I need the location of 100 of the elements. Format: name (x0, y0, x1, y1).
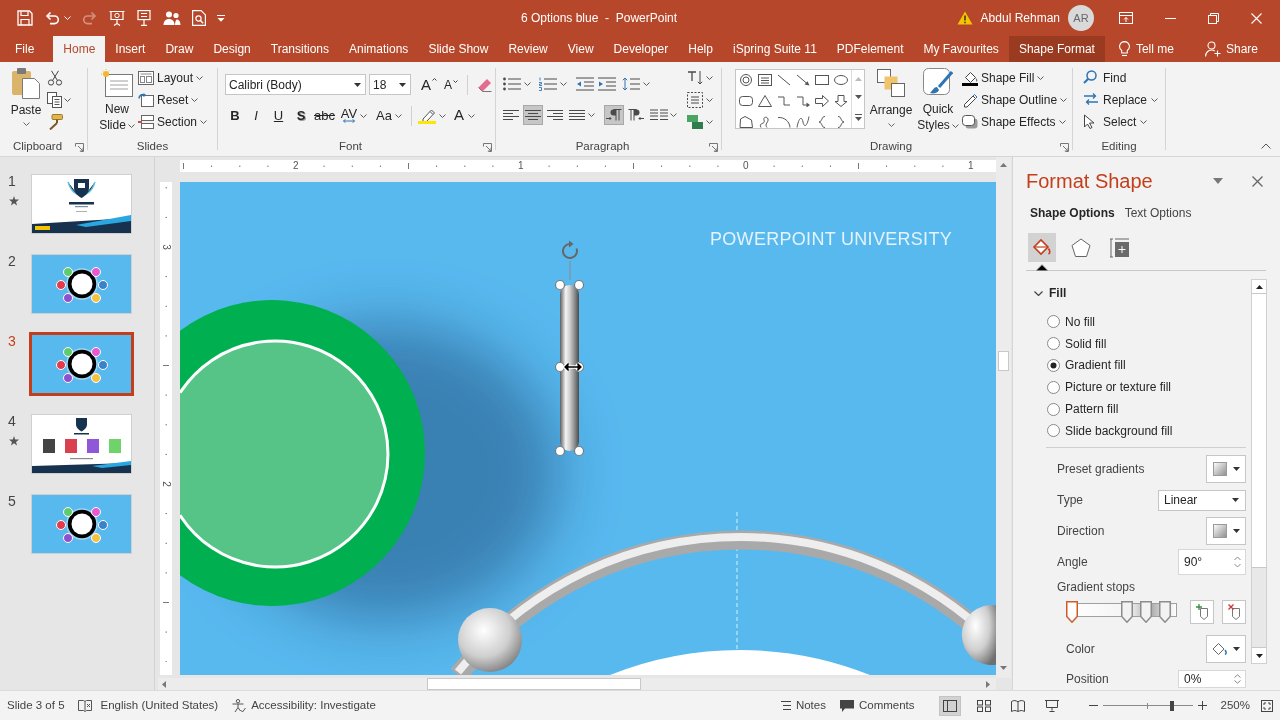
align-right-icon[interactable] (547, 109, 563, 121)
freeform-icon[interactable] (739, 116, 753, 128)
fill-option-label[interactable]: No fill (1065, 312, 1095, 331)
pane-options-icon[interactable] (1213, 178, 1223, 184)
slides-menu-button[interactable]: Reset (138, 89, 208, 110)
position-field[interactable]: 0% (1178, 669, 1246, 688)
oval-icon[interactable] (834, 74, 848, 86)
gradient-dropdown-button[interactable] (1206, 516, 1246, 545)
dialog-launcher-icon[interactable] (75, 142, 84, 152)
board-icon[interactable] (136, 10, 152, 26)
fill-option-label[interactable]: Picture or texture fill (1065, 378, 1172, 397)
scroll-left-icon[interactable] (162, 680, 166, 688)
fill-option-label[interactable]: Pattern fill (1065, 400, 1119, 419)
paintbrush-icon[interactable] (47, 114, 63, 130)
zoom-in-icon[interactable] (1197, 701, 1207, 710)
rounded-rectangle-icon[interactable] (739, 95, 753, 107)
gradient-stop[interactable] (1066, 600, 1078, 623)
slide-thumbnail-drawing[interactable] (29, 332, 134, 396)
ribbon-tab[interactable]: Transitions (260, 36, 339, 62)
save-icon[interactable] (17, 10, 33, 26)
gradient-stop[interactable] (1120, 600, 1133, 623)
ribbon-tab[interactable]: PDFelement (826, 36, 914, 62)
undo-icon[interactable] (44, 11, 60, 25)
magnifier-page-icon[interactable] (192, 10, 206, 26)
align-text-icon[interactable] (687, 91, 703, 108)
down-arrow-icon[interactable] (834, 95, 848, 107)
type-dropdown[interactable]: Linear (1158, 489, 1246, 511)
text-box-icon[interactable] (758, 74, 772, 86)
shrink-font-button[interactable]: A (444, 74, 459, 95)
elbow-arrow-icon[interactable] (796, 95, 810, 107)
editing-button[interactable]: Find (1083, 67, 1165, 88)
close-icon[interactable] (1252, 175, 1263, 187)
grow-font-button[interactable]: A (421, 74, 437, 95)
user-avatar[interactable]: AR (1068, 5, 1094, 31)
fill-section-header[interactable]: Fill (1013, 283, 1246, 303)
ribbon-tab[interactable]: Design (203, 36, 261, 62)
paste-button[interactable]: Paste (8, 62, 44, 138)
remove-stop-button[interactable] (1222, 599, 1246, 624)
slides-menu-button[interactable]: Layout (138, 67, 208, 88)
ribbon-tab[interactable]: View (557, 36, 604, 62)
pentagon-icon[interactable] (1071, 237, 1091, 258)
accessibility-button[interactable]: Accessibility: Investigate (232, 696, 376, 715)
scribble-icon[interactable] (758, 116, 772, 128)
ribbon-tab[interactable]: Draw (155, 36, 204, 62)
add-stop-button[interactable] (1190, 599, 1214, 624)
radio-button[interactable] (1047, 402, 1060, 416)
reading-view-icon[interactable] (1010, 699, 1025, 712)
proofing-icon[interactable] (77, 698, 92, 713)
arrange-button[interactable]: Arrange (868, 62, 914, 138)
line-spacing-icon[interactable] (622, 77, 640, 91)
right-arrow-icon[interactable] (815, 95, 829, 107)
columns-icon[interactable] (650, 109, 668, 121)
align-justify-icon[interactable] (569, 109, 585, 121)
angle-field[interactable]: 90° (1178, 548, 1246, 575)
people-icon[interactable] (163, 10, 181, 26)
share-button[interactable]: Share (1204, 36, 1258, 62)
ribbon-tab[interactable]: File (5, 36, 45, 62)
gradient-dropdown-button[interactable] (1206, 454, 1246, 483)
font-color-button[interactable]: A (454, 105, 475, 126)
scroll-right-icon[interactable] (986, 680, 990, 688)
radio-button[interactable] (1047, 424, 1060, 438)
selection-handle[interactable] (573, 445, 585, 457)
radio-button[interactable] (1047, 315, 1060, 329)
arrow-line-icon[interactable] (796, 74, 810, 86)
scroll-down-icon[interactable] (1255, 653, 1263, 658)
format-button[interactable]: Aa (371, 105, 407, 126)
slides-menu-button[interactable]: Section (138, 111, 208, 132)
comments-button[interactable]: Comments (839, 696, 915, 715)
new-slide-button[interactable]: New Slide (96, 62, 138, 138)
tell-me-button[interactable]: Tell me (1118, 36, 1174, 62)
text-direction-ltr-icon[interactable] (604, 105, 624, 125)
rectangle-icon[interactable] (815, 74, 829, 86)
zoom-slider[interactable] (1102, 699, 1193, 712)
zoom-slider-thumb[interactable] (1169, 700, 1174, 711)
scroll-thumb[interactable] (1252, 294, 1266, 568)
ribbon-display-icon[interactable] (1119, 12, 1133, 24)
shape-format-button[interactable]: Shape Effects (962, 111, 1068, 132)
format-button[interactable]: abc (312, 105, 337, 126)
decrease-indent-icon[interactable] (576, 77, 594, 91)
format-button[interactable]: U (267, 105, 290, 126)
fill-option-label[interactable]: Gradient fill (1065, 356, 1126, 375)
metal-bar[interactable] (560, 285, 579, 451)
chevron-down-icon[interactable] (1034, 290, 1043, 296)
dialog-launcher-icon[interactable] (709, 142, 718, 152)
screen-icon[interactable] (109, 10, 125, 26)
shape-format-button[interactable]: Shape Fill (962, 67, 1068, 88)
restore-icon[interactable] (1208, 12, 1219, 24)
font-name-field[interactable]: Calibri (Body) (225, 74, 366, 95)
language-indicator[interactable]: English (United States) (100, 696, 219, 715)
scroll-thumb[interactable] (998, 351, 1009, 371)
ribbon-tab[interactable]: iSpring Suite 11 (722, 36, 827, 62)
pane-tab[interactable]: Text Options (1124, 204, 1192, 222)
ribbon-tab[interactable]: Animations (339, 36, 419, 62)
ribbon-tab[interactable]: My Favourites (913, 36, 1009, 62)
numbering-icon[interactable] (539, 77, 557, 91)
selection-handle[interactable] (554, 361, 566, 373)
gradient-stop-bar[interactable] (1066, 600, 1177, 623)
normal-view-icon[interactable] (938, 695, 961, 716)
notes-button[interactable]: Notes (780, 696, 826, 715)
minimize-icon[interactable] (1165, 16, 1176, 20)
